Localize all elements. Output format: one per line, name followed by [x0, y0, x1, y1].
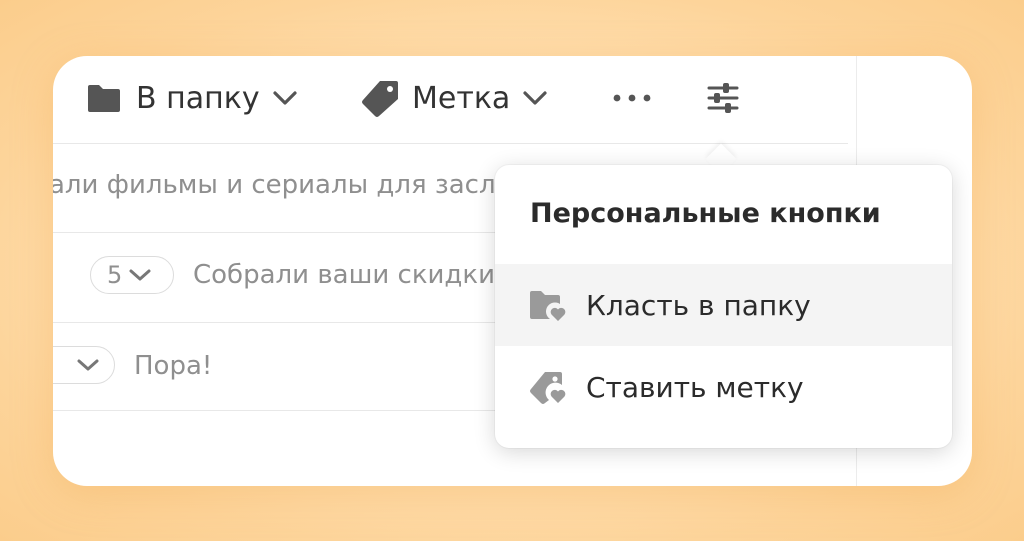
toolbar-divider: [53, 143, 848, 144]
message-subject[interactable]: Пора!: [134, 351, 212, 381]
chevron-down-icon: [77, 359, 99, 371]
message-subject[interactable]: Собрали ваши скидки: [193, 260, 495, 290]
menu-item-label: Класть в папку: [586, 288, 811, 322]
more-button[interactable]: [609, 76, 655, 120]
popup-title: Персональные кнопки: [530, 198, 881, 229]
label-button-label: Метка: [412, 80, 511, 116]
thread-count-toggle[interactable]: 5: [90, 256, 174, 294]
chevron-down-icon: [273, 91, 297, 105]
move-to-folder-button[interactable]: В папку: [86, 76, 298, 120]
move-to-folder-label: В папку: [136, 80, 260, 116]
chevron-down-icon: [129, 269, 151, 281]
thread-count: 5: [107, 261, 123, 289]
label-button[interactable]: Метка: [360, 76, 548, 120]
more-icon: [613, 94, 651, 102]
tag-heart-icon: [530, 372, 566, 404]
personal-buttons-popup: Персональные кнопки Класть в папку Стави…: [495, 165, 952, 448]
toolbar: В папку Метка: [53, 56, 856, 143]
chevron-down-icon: [523, 91, 547, 105]
tag-icon: [362, 81, 398, 117]
customize-buttons-button[interactable]: [705, 76, 741, 120]
sliders-icon: [707, 83, 739, 113]
menu-item-set-label[interactable]: Ставить метку: [495, 346, 952, 428]
folder-heart-icon: [530, 291, 566, 321]
folder-icon: [88, 85, 120, 112]
thread-toggle[interactable]: [53, 346, 115, 384]
menu-item-move-to-folder[interactable]: Класть в папку: [495, 264, 952, 346]
message-subject[interactable]: али фильмы и сериалы для засл: [53, 170, 496, 200]
menu-item-label: Ставить метку: [586, 370, 804, 404]
